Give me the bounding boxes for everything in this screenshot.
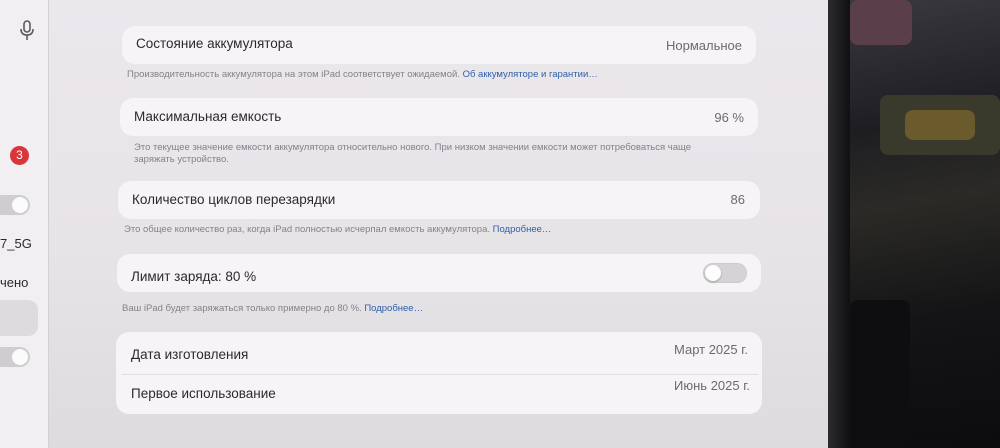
battery-health-value: Нормальное (665, 38, 742, 53)
device-bezel (828, 0, 850, 448)
first-use-label: Первое использование (131, 386, 276, 401)
charge-limit-more-link[interactable]: Подробнее… (364, 303, 423, 314)
sidebar-bluetooth-status[interactable]: чено (0, 275, 28, 290)
footnote-text: Ваш iPad будет заряжаться только примерн… (122, 303, 362, 314)
sidebar-wifi-network[interactable]: 7_5G (0, 236, 32, 251)
battery-health-footnote: Производительность аккумулятора на этом … (127, 69, 598, 81)
sidebar-selected-item[interactable] (0, 300, 38, 336)
background-desk (850, 0, 1000, 448)
pane-divider (48, 0, 49, 448)
cycle-count-footnote: Это общее количество раз, когда iPad пол… (124, 224, 551, 236)
max-capacity-footnote: Это текущее значение емкости аккумулятор… (134, 142, 691, 166)
battery-health-label: Состояние аккумулятора (136, 36, 293, 51)
background-object (850, 300, 910, 448)
toggle-knob (705, 265, 721, 281)
toggle-knob (12, 349, 28, 365)
charge-limit-label: Лимит заряда: 80 % (131, 269, 257, 284)
sidebar-toggle-vpn[interactable] (0, 347, 30, 367)
cycle-count-label: Количество циклов перезарядки (132, 192, 336, 207)
max-capacity-value: 96 % (714, 110, 744, 125)
footnote-text: Производительность аккумулятора на этом … (127, 69, 460, 80)
notification-badge: 3 (10, 146, 29, 165)
cycle-count-more-link[interactable]: Подробнее… (493, 224, 552, 235)
microphone-icon[interactable] (18, 20, 36, 42)
charge-limit-toggle[interactable] (703, 263, 747, 283)
max-capacity-label: Максимальная емкость (134, 109, 282, 124)
footnote-line: Это текущее значение емкости аккумулятор… (134, 142, 692, 153)
toggle-knob (12, 197, 28, 213)
footnote-text: Это общее количество раз, когда iPad пол… (124, 224, 491, 235)
battery-warranty-link[interactable]: Об аккумуляторе и гарантии… (463, 69, 598, 80)
footnote-line: заряжать устройство. (134, 154, 229, 165)
background-object (850, 0, 912, 45)
manufacture-date-value: Март 2025 г. (673, 342, 748, 357)
background-object (905, 110, 975, 140)
sidebar-toggle-airplane[interactable] (0, 195, 30, 215)
ipad-screen: 3 7_5G чено Состояние аккумулятора Норма… (0, 0, 828, 448)
first-use-value: Июнь 2025 г. (674, 378, 750, 393)
cycle-count-value: 86 (730, 192, 745, 207)
charge-limit-footnote: Ваш iPad будет заряжаться только примерн… (122, 303, 423, 315)
manufacture-date-label: Дата изготовления (131, 347, 249, 362)
settings-sidebar: 3 7_5G чено (0, 0, 48, 448)
row-separator (122, 374, 758, 375)
